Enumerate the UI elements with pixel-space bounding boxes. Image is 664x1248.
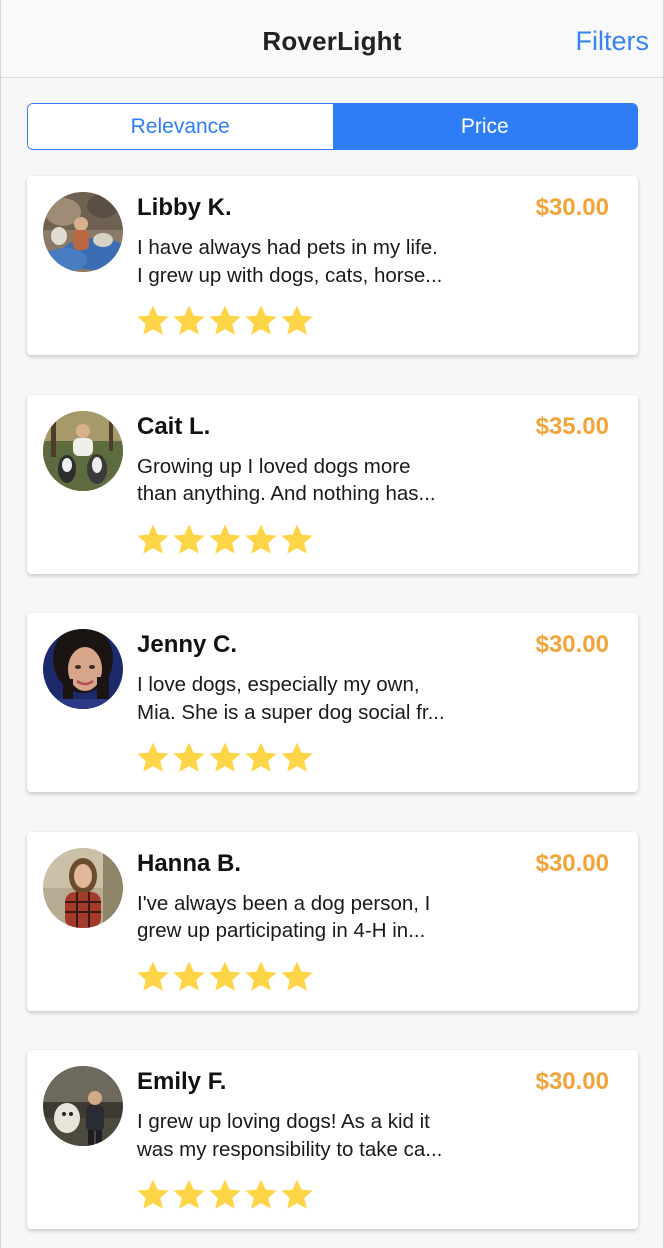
sitter-bio: I've always been a dog person, I grew up… xyxy=(137,890,517,945)
avatar xyxy=(43,629,123,709)
sitter-price: $30.00 xyxy=(535,631,609,658)
star-icon xyxy=(173,961,205,991)
star-icon xyxy=(173,1179,205,1209)
sort-price-button[interactable]: Price xyxy=(332,104,637,149)
star-icon xyxy=(173,305,205,335)
bio-line: I grew up with dogs, cats, horse... xyxy=(137,263,443,287)
sitter-list: Libby K. $30.00 I have always had pets i… xyxy=(27,176,638,1248)
sitter-card[interactable]: Hanna B. $30.00 I've always been a dog p… xyxy=(27,831,638,1011)
star-rating xyxy=(135,303,315,339)
avatar xyxy=(43,847,123,928)
bio-line: I've always been a dog person, I xyxy=(137,891,431,915)
star-icon xyxy=(209,524,241,554)
star-icon xyxy=(281,305,313,335)
star-icon xyxy=(281,524,313,554)
star-icon xyxy=(173,742,205,772)
star-rating xyxy=(135,522,315,558)
app-screen: RoverLight Filters Relevance Price Libby… xyxy=(0,0,664,1248)
star-icon xyxy=(245,742,277,772)
sitter-price: $30.00 xyxy=(535,849,609,877)
bio-line: than anything. And nothing has... xyxy=(137,482,436,505)
star-icon xyxy=(209,305,241,335)
bio-line: Mia. She is a super dog social fr... xyxy=(137,700,445,724)
sitter-card[interactable]: Libby K. $30.00 I have always had pets i… xyxy=(27,176,638,355)
star-icon xyxy=(137,961,169,991)
sitter-card[interactable]: Emily F. $30.00 I grew up loving dogs! A… xyxy=(27,1050,638,1229)
star-rating xyxy=(135,1177,315,1213)
star-icon xyxy=(281,1179,313,1209)
navigation-bar: RoverLight Filters xyxy=(1,0,663,78)
star-icon xyxy=(137,1179,169,1209)
star-icon xyxy=(137,742,169,772)
bio-line: grew up participating in 4-H in... xyxy=(137,919,426,942)
filters-button[interactable]: Filters xyxy=(576,26,650,57)
page-title: RoverLight xyxy=(262,26,402,56)
star-icon xyxy=(281,742,313,772)
bio-line: Growing up I loved dogs more xyxy=(137,454,411,478)
sitter-bio: I grew up loving dogs! As a kid it was m… xyxy=(137,1108,517,1163)
sitter-price: $30.00 xyxy=(535,1068,609,1095)
sitter-bio: I love dogs, especially my own, Mia. She… xyxy=(137,671,517,726)
sitter-name: Jenny C. xyxy=(137,631,238,658)
sitter-name: Hanna B. xyxy=(137,849,242,877)
avatar xyxy=(43,192,123,272)
sitter-name: Emily F. xyxy=(137,1068,227,1095)
star-icon xyxy=(245,1179,277,1209)
sort-relevance-button[interactable]: Relevance xyxy=(28,104,333,149)
star-rating xyxy=(135,959,315,995)
sort-segmented-control: Relevance Price xyxy=(27,103,638,150)
sitter-name: Libby K. xyxy=(137,194,232,221)
star-icon xyxy=(245,524,277,554)
star-icon xyxy=(137,305,169,335)
sitter-price: $30.00 xyxy=(535,194,609,221)
sitter-bio: I have always had pets in my life. I gre… xyxy=(137,234,517,289)
bio-line: I grew up loving dogs! As a kid it xyxy=(137,1110,430,1133)
sitter-bio: Growing up I loved dogs more than anythi… xyxy=(137,453,517,508)
sitter-name: Cait L. xyxy=(137,412,211,440)
star-icon xyxy=(245,305,277,335)
sitter-card[interactable]: Jenny C. $30.00 I love dogs, especially … xyxy=(27,613,638,792)
star-icon xyxy=(209,961,241,991)
star-icon xyxy=(209,1179,241,1209)
bio-line: was my responsibility to take ca... xyxy=(137,1137,443,1161)
star-icon xyxy=(137,524,169,554)
star-rating xyxy=(135,740,315,776)
bio-line: I love dogs, especially my own, xyxy=(137,673,420,696)
avatar xyxy=(43,410,123,491)
avatar xyxy=(43,1066,123,1146)
star-icon xyxy=(245,961,277,991)
star-icon xyxy=(281,961,313,991)
sitter-price: $35.00 xyxy=(535,412,609,440)
sitter-card[interactable]: Cait L. $35.00 Growing up I loved dogs m… xyxy=(27,394,638,574)
star-icon xyxy=(173,524,205,554)
star-icon xyxy=(209,742,241,772)
bio-line: I have always had pets in my life. xyxy=(137,236,438,259)
